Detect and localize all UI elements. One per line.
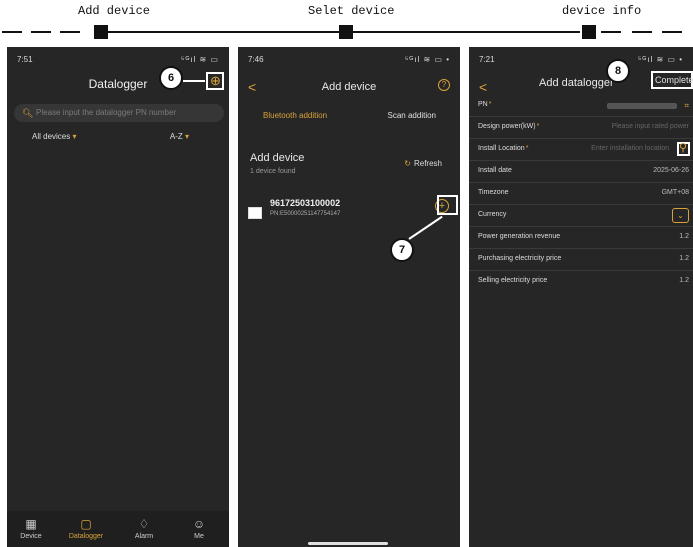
timezone-value[interactable]: GMT+08	[662, 189, 689, 196]
filter-sort[interactable]: A-Z ▾	[170, 132, 189, 141]
install-location-input[interactable]: Enter installation location	[591, 145, 669, 152]
install-date-value[interactable]: 2025-06-26	[653, 167, 689, 174]
search-placeholder: Please input the datalogger PN number	[36, 108, 177, 117]
callout-leader	[183, 80, 205, 82]
screen-add-datalogger: 7:21 ⁵ᴳıl ≋ ▭ • < Add datalogger 8 Compl…	[469, 47, 693, 547]
bottom-tab-bar: ▦ Device ▢ Datalogger ♢ Alarm ☺ Me	[7, 511, 229, 547]
complete-button[interactable]: Complete	[655, 75, 693, 85]
status-icons: ⁵ᴳıl ≋ ▭ •	[404, 55, 450, 64]
status-bar: 7:51 ⁵ᴳıl ≋ ▭	[7, 53, 229, 67]
step-marker	[94, 25, 108, 39]
field-pn[interactable]: PN* ⌗	[469, 95, 693, 117]
field-selling-price[interactable]: Selling electricity price 1.2	[469, 271, 693, 293]
callout-leader	[408, 215, 443, 240]
page-title: Add datalogger	[539, 77, 614, 89]
tab-alarm[interactable]: ♢ Alarm	[122, 517, 166, 540]
step-line-dash	[60, 31, 80, 33]
revenue-value[interactable]: 1.2	[679, 233, 689, 240]
callout-6: 6	[159, 66, 183, 90]
search-input[interactable]: 🔍︎ Please input the datalogger PN number	[14, 104, 224, 122]
status-icons: ⁵ᴳıl ≋ ▭ •	[637, 55, 683, 64]
screen-datalogger-list: 7:51 ⁵ᴳıl ≋ ▭ Datalogger 6 ⊕ 🔍︎ Please i…	[7, 47, 229, 547]
design-power-input[interactable]: Please input rated power	[612, 123, 689, 130]
tab-scan-addition[interactable]: Scan addition	[388, 111, 436, 120]
pn-value-blurred	[607, 103, 677, 109]
step-label-select-device: Selet device	[308, 4, 395, 18]
dropdown-icon: ▾	[182, 132, 189, 141]
datalogger-device-icon	[248, 207, 262, 219]
step-label-add-device: Add device	[78, 4, 151, 18]
page-title: Add device	[321, 81, 377, 93]
device-id: 96172503100002	[270, 198, 341, 208]
step-line-dash	[601, 31, 621, 33]
scan-icon[interactable]: ⌗	[684, 101, 689, 111]
add-device-highlight	[437, 195, 458, 215]
field-design-power[interactable]: Design power(kW)* Please input rated pow…	[469, 117, 693, 139]
field-currency[interactable]: Currency ⌄	[469, 205, 693, 227]
section-title: Add device	[250, 152, 305, 164]
field-power-generation-revenue[interactable]: Power generation revenue 1.2	[469, 227, 693, 249]
step-line-dash	[2, 31, 22, 33]
step-line-dash	[31, 31, 51, 33]
location-pin-icon[interactable]: ⚲	[677, 141, 689, 155]
dropdown-icon: ▾	[70, 132, 77, 141]
device-pn: PN:E50000251147754147	[270, 211, 341, 217]
purchase-value[interactable]: 1.2	[679, 255, 689, 262]
step-line-dash	[662, 31, 682, 33]
status-icons: ⁵ᴳıl ≋ ▭	[181, 55, 219, 64]
tab-me[interactable]: ☺ Me	[177, 517, 221, 540]
step-marker	[582, 25, 596, 39]
user-icon: ☺	[192, 517, 206, 531]
bell-icon: ♢	[138, 517, 150, 531]
field-timezone[interactable]: Timezone GMT+08	[469, 183, 693, 205]
status-bar: 7:46 ⁵ᴳıl ≋ ▭ •	[238, 53, 460, 67]
refresh-button[interactable]: ↻ Refresh	[404, 159, 442, 168]
callout-7: 7	[390, 238, 414, 262]
home-indicator	[308, 542, 388, 545]
tab-device[interactable]: ▦ Device	[9, 517, 53, 540]
callout-8: 8	[606, 59, 630, 83]
search-icon: 🔍︎	[22, 108, 34, 118]
screen-add-device: 7:46 ⁵ᴳıl ≋ ▭ • < Add device ? Bluetooth…	[238, 47, 460, 547]
field-install-date[interactable]: Install date 2025-06-26	[469, 161, 693, 183]
chevron-down-icon[interactable]: ⌄	[672, 208, 689, 223]
step-marker	[339, 25, 353, 39]
filter-all-devices[interactable]: All devices ▾	[32, 132, 77, 141]
devices-found-count: 1 device found	[250, 168, 296, 175]
tab-datalogger[interactable]: ▢ Datalogger	[64, 517, 108, 540]
help-icon[interactable]: ?	[438, 79, 450, 91]
field-purchasing-price[interactable]: Purchasing electricity price 1.2	[469, 249, 693, 271]
field-install-location[interactable]: Install Location* Enter installation loc…	[469, 139, 693, 161]
status-time: 7:46	[248, 55, 264, 64]
back-icon[interactable]: <	[479, 79, 487, 95]
add-datalogger-icon[interactable]: ⊕	[210, 73, 221, 89]
status-time: 7:51	[17, 55, 33, 64]
status-bar: 7:21 ⁵ᴳıl ≋ ▭ •	[469, 53, 693, 67]
datalogger-icon: ▢	[80, 517, 92, 531]
selling-value[interactable]: 1.2	[679, 277, 689, 284]
status-time: 7:21	[479, 55, 495, 64]
step-label-device-info: device info	[562, 4, 642, 18]
device-icon: ▦	[25, 517, 37, 531]
refresh-icon: ↻	[404, 159, 411, 168]
filter-bar: All devices ▾ A-Z ▾	[32, 132, 189, 141]
tab-bluetooth-addition[interactable]: Bluetooth addition	[263, 111, 327, 120]
step-line-dash	[632, 31, 652, 33]
